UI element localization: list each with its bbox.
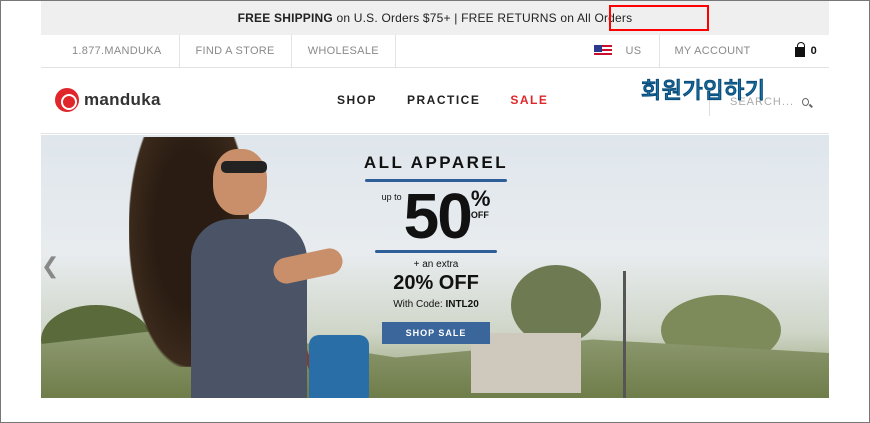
search-icon[interactable] <box>802 98 809 106</box>
nav-item-shop[interactable]: SHOP <box>337 93 377 107</box>
extra-label: + an extra <box>413 259 459 270</box>
my-account-link[interactable]: MY ACCOUNT <box>674 45 750 57</box>
region-label[interactable]: US <box>626 45 642 57</box>
us-flag-icon[interactable] <box>593 45 612 57</box>
nav-item-sale[interactable]: SALE <box>510 93 548 107</box>
model-face <box>213 149 267 215</box>
sale-card: ALL APPAREL up to 50 % OFF + an extra 20… <box>361 153 511 344</box>
phone-link[interactable]: 1.877.MANDUKA <box>41 34 180 68</box>
carousel-prev-icon[interactable]: ❮ <box>41 253 59 279</box>
cart-count: 0 <box>810 45 817 57</box>
hero-banner[interactable]: ❮ ALL APPAREL up to 50 % OFF + an extra … <box>41 135 829 398</box>
hero-pole <box>623 271 626 398</box>
percent-off-label: % OFF <box>470 186 491 221</box>
nav-item-practice[interactable]: PRACTICE <box>407 93 480 107</box>
manduka-logo-icon <box>55 88 79 112</box>
account-highlight-box <box>609 5 709 31</box>
model-body <box>191 219 307 398</box>
percent-sign: % <box>470 186 491 211</box>
code-value: INTL20 <box>445 299 479 310</box>
sale-title: ALL APPAREL <box>363 153 509 172</box>
utility-bar: 1.877.MANDUKA FIND A STORE WHOLESALE US … <box>41 34 829 68</box>
logo-text: manduka <box>84 90 161 109</box>
up-to-label: up to <box>381 192 402 202</box>
find-store-link[interactable]: FIND A STORE <box>180 34 292 68</box>
promo-shipping: FREE SHIPPING <box>237 11 333 25</box>
discount-row: up to 50 % OFF <box>361 184 511 248</box>
promo-code: With Code: INTL20 <box>361 299 511 310</box>
nav-menu: SHOP PRACTICE SALE <box>337 93 578 107</box>
off-label: OFF <box>470 210 489 220</box>
shop-sale-button[interactable]: SHOP SALE <box>382 322 490 344</box>
cart-button[interactable]: 0 <box>765 42 829 57</box>
yoga-bag <box>309 335 369 398</box>
discount-number: 50 <box>403 180 473 252</box>
wholesale-link[interactable]: WHOLESALE <box>292 34 396 68</box>
signup-annotation: 회원가입하기 <box>641 79 766 105</box>
promo-bar: FREE SHIPPING on U.S. Orders $75+ | FREE… <box>41 1 829 35</box>
code-label: With Code: <box>393 299 446 310</box>
promo-shipping-detail: on U.S. Orders $75+ | <box>332 11 462 25</box>
sunglasses <box>221 161 267 173</box>
extra-discount: 20% OFF <box>393 272 479 294</box>
browser-frame: FREE SHIPPING on U.S. Orders $75+ | FREE… <box>0 0 870 423</box>
promo-returns: FREE RETURNS on All Orders <box>461 11 633 25</box>
manduka-logo[interactable]: manduka <box>55 88 161 112</box>
shopping-bag-icon <box>794 42 805 57</box>
